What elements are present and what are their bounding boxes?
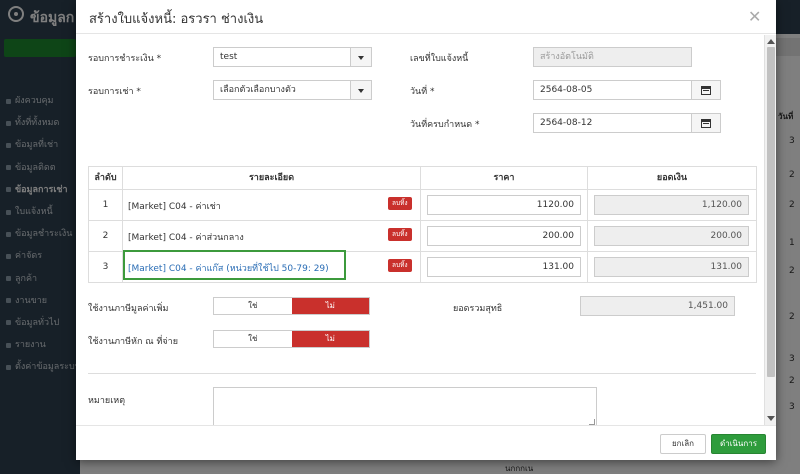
price-cell: 1120.00: [421, 190, 588, 220]
rent-round-label: รอบการเช่า *: [88, 87, 141, 97]
date-label: วันที่ *: [410, 87, 435, 97]
table-row: 1 [Market] C04 - ค่าเช่า ลบทิ้ง 1120.00 1,12…: [89, 190, 756, 221]
delete-row-button[interactable]: ลบทิ้ง: [388, 197, 412, 210]
submit-button[interactable]: ดำเนินการ: [711, 434, 766, 454]
rent-round-select[interactable]: เลือกตัวเลือกบางตัว: [213, 80, 353, 100]
highlight-box: [123, 250, 346, 280]
table-row: 2 [Market] C04 - ค่าส่วนกลาง ลบทิ้ง 200.00 2…: [89, 221, 756, 252]
amount-cell: 1,120.00: [588, 190, 756, 220]
item-detail: [Market] C04 - ค่าส่วนกลาง: [128, 233, 244, 243]
amount-cell: 200.00: [588, 221, 756, 251]
scrollbar-thumb[interactable]: [767, 47, 775, 377]
invoice-number-label: เลขที่ใบแจ้งหนี้: [410, 54, 469, 64]
amount-cell: 131.00: [588, 252, 756, 283]
due-date-label: วันที่ครบกำหนด *: [410, 120, 480, 130]
net-total-label: ยอดรวมสุทธิ: [453, 304, 503, 314]
vat-label: ใช้งานภาษีมูลค่าเพิ่ม: [88, 304, 169, 314]
amount-field: 200.00: [594, 226, 749, 246]
modal-title: สร้างใบแจ้งหนี้: อรวรา ช่างเงิน: [89, 12, 264, 27]
row-index: 1: [89, 190, 123, 220]
net-total-field: 1,451.00: [580, 296, 735, 316]
table-header-row: ลำดับ รายละเอียด ราคา ยอดเงิน: [89, 167, 756, 190]
vat-yes-option[interactable]: ใช่: [214, 298, 292, 314]
calendar-icon: [701, 118, 711, 128]
withholding-tax-toggle: ใช่ ไม่: [213, 330, 370, 348]
modal-footer: ยกเลิก ดำเนินการ: [76, 425, 776, 460]
calendar-button[interactable]: [691, 113, 721, 133]
chevron-down-icon[interactable]: [350, 80, 372, 100]
invoice-number-field: สร้างอัตโนมัติ: [533, 47, 692, 67]
close-icon[interactable]: ✕: [748, 7, 761, 26]
date-input[interactable]: 2564-08-05: [533, 80, 692, 100]
column-header: รายละเอียด: [123, 167, 421, 189]
chevron-down-icon[interactable]: [350, 47, 372, 67]
payment-round-select[interactable]: test: [213, 47, 353, 67]
price-input[interactable]: 1120.00: [427, 195, 581, 215]
column-header: ราคา: [421, 167, 588, 189]
amount-field: 1,120.00: [594, 195, 749, 215]
column-header: ลำดับ: [89, 167, 123, 189]
detail-cell: [Market] C04 - ค่าแก๊ส (หน่วยที่ใช้ไป 50…: [123, 250, 421, 283]
calendar-button[interactable]: [691, 80, 721, 100]
vat-toggle: ใช่ ไม่: [213, 297, 370, 315]
delete-row-button[interactable]: ลบทิ้ง: [388, 259, 412, 272]
amount-field: 131.00: [594, 257, 749, 277]
vat-no-option[interactable]: ไม่: [291, 298, 369, 314]
table-row: 3 [Market] C04 - ค่าแก๊ส (หน่วยที่ใช้ไป 5…: [89, 250, 756, 283]
delete-row-button[interactable]: ลบทิ้ง: [388, 228, 412, 241]
note-label: หมายเหตุ: [88, 396, 126, 406]
price-cell: 200.00: [421, 221, 588, 251]
detail-cell: [Market] C04 - ค่าส่วนกลาง ลบทิ้ง: [123, 221, 421, 251]
row-index: 2: [89, 221, 123, 251]
note-textarea[interactable]: [213, 387, 597, 427]
column-header: ยอดเงิน: [656, 173, 688, 183]
modal-scrollbar[interactable]: [764, 35, 776, 425]
withholding-tax-label: ใช้งานภาษีหัก ณ ที่จ่าย: [88, 337, 179, 347]
create-invoice-modal: สร้างใบแจ้งหนี้: อรวรา ช่างเงิน ✕ รอบการ…: [76, 0, 776, 460]
payment-round-label: รอบการชำระเงิน *: [88, 54, 162, 64]
invoice-items-table: ลำดับ รายละเอียด ราคา ยอดเงิน 1 [Market] …: [88, 166, 757, 283]
wht-yes-option[interactable]: ใช่: [214, 331, 292, 347]
calendar-icon: [701, 85, 711, 95]
due-date-input[interactable]: 2564-08-12: [533, 113, 692, 133]
cancel-button[interactable]: ยกเลิก: [660, 434, 706, 454]
item-detail: [Market] C04 - ค่าเช่า: [128, 202, 221, 212]
section-divider: [88, 373, 756, 374]
scroll-up-icon[interactable]: [767, 39, 775, 44]
price-input[interactable]: 131.00: [427, 257, 581, 277]
row-index: 3: [89, 252, 123, 283]
price-cell: 131.00: [421, 252, 588, 283]
wht-no-option[interactable]: ไม่: [291, 331, 369, 347]
scroll-down-icon[interactable]: [767, 416, 775, 421]
detail-cell: [Market] C04 - ค่าเช่า ลบทิ้ง: [123, 190, 421, 220]
modal-header: สร้างใบแจ้งหนี้: อรวรา ช่างเงิน ✕: [76, 0, 776, 34]
price-input[interactable]: 200.00: [427, 226, 581, 246]
